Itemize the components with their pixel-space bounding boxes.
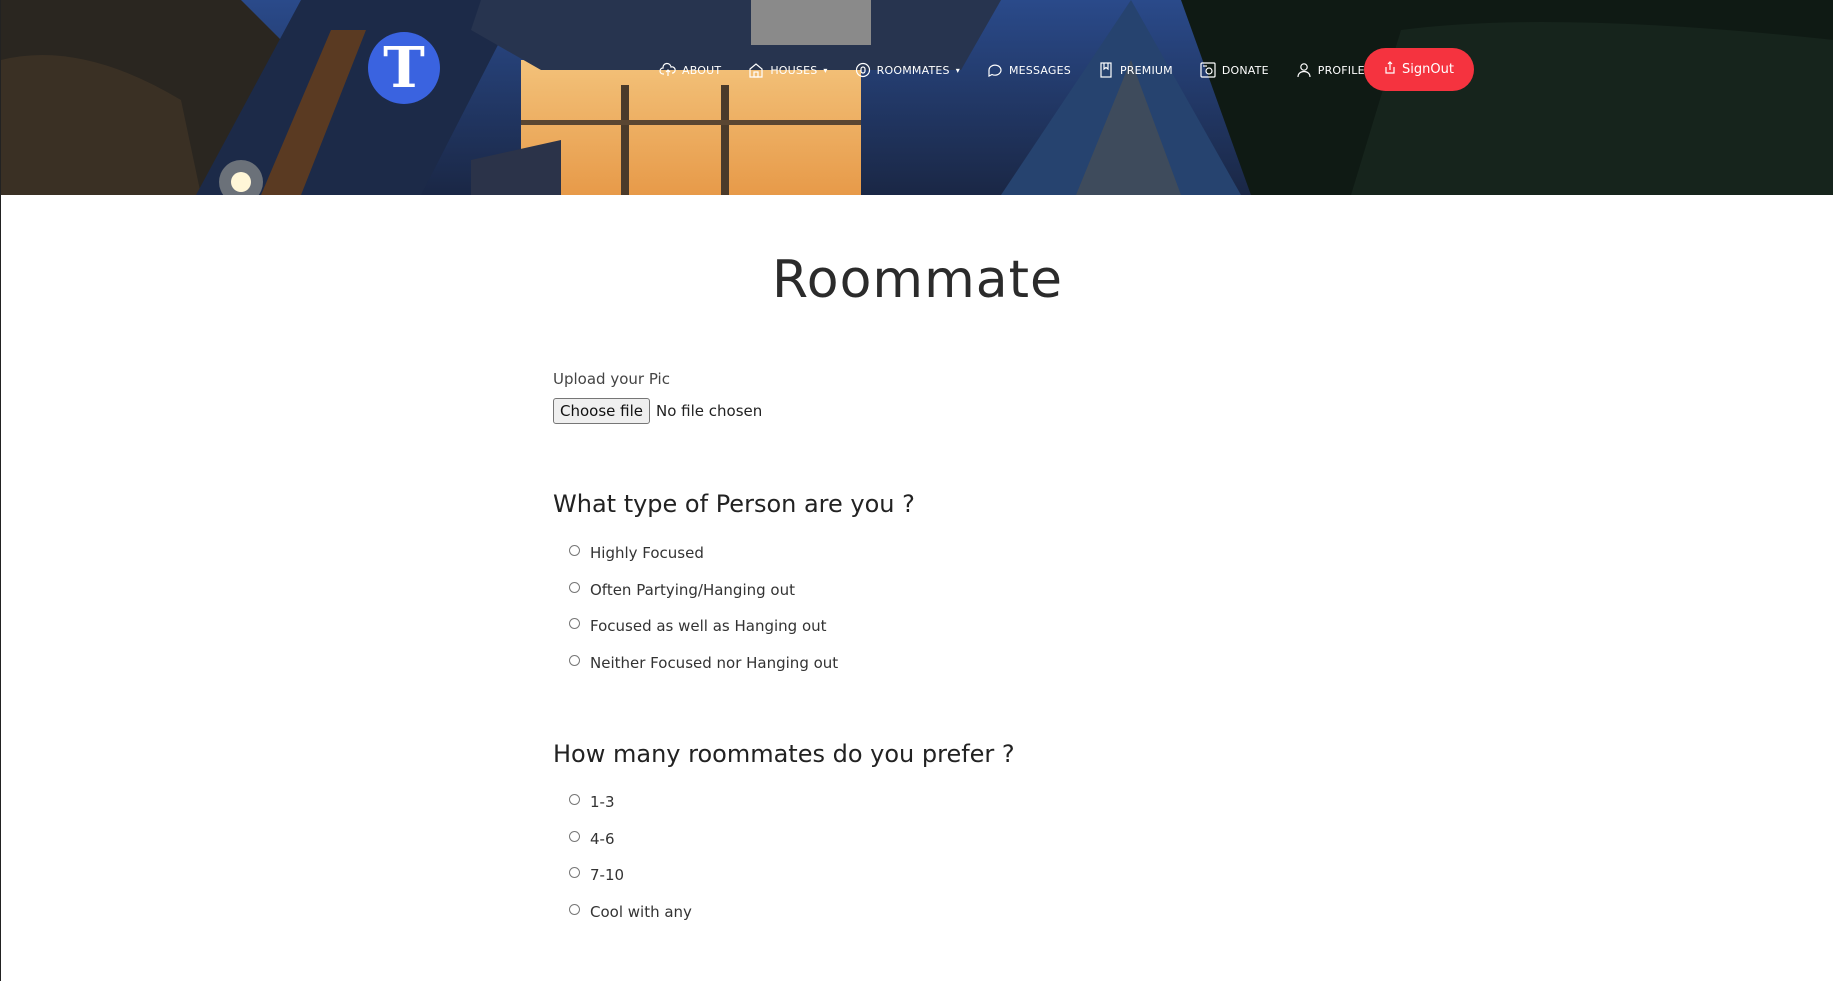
signout-icon (1384, 61, 1396, 78)
house-icon (747, 61, 765, 79)
radio-option[interactable]: Often Partying/Hanging out (569, 572, 838, 609)
nav-houses[interactable]: HOUSES ▾ (747, 61, 827, 79)
donate-icon (1199, 61, 1217, 79)
roommate-form: Upload your Pic Choose file No file chos… (553, 370, 1353, 921)
logo-letter: T (383, 35, 425, 101)
radio-option[interactable]: 7-10 (569, 857, 692, 894)
radio-option[interactable]: Cool with any (569, 894, 692, 931)
page-title: Roommate (772, 250, 1063, 310)
nav-donate-label: DONATE (1221, 63, 1269, 77)
question-roommate-count: How many roommates do you prefer ? (553, 740, 1015, 768)
radio-button[interactable] (569, 618, 580, 630)
radio-option[interactable]: 1-3 (569, 784, 692, 821)
option-label: Often Partying/Hanging out (590, 580, 795, 599)
radio-option[interactable]: 4-6 (569, 821, 692, 858)
nav-roommates[interactable]: ROOMMATES ▾ (854, 61, 960, 79)
option-label: 7-10 (590, 866, 625, 885)
radio-button[interactable] (569, 867, 580, 879)
nav-messages[interactable]: MESSAGES (986, 61, 1071, 79)
nav-premium-label: PREMIUM (1119, 63, 1173, 77)
nav-messages-label: MESSAGES (1008, 63, 1071, 77)
radio-option[interactable]: Focused as well as Hanging out (569, 608, 838, 645)
cloud-upload-icon (659, 61, 677, 79)
signout-label: SignOut (1402, 62, 1454, 77)
file-status: No file chosen (656, 402, 763, 420)
option-label: 4-6 (590, 829, 615, 848)
radio-option[interactable]: Highly Focused (569, 535, 838, 572)
nav-premium[interactable]: PREMIUM (1097, 61, 1173, 79)
nav-profile-label: PROFILE (1317, 63, 1365, 77)
nav-profile[interactable]: PROFILE (1295, 61, 1365, 79)
bookmark-icon (1097, 61, 1115, 79)
upload-label: Upload your Pic (553, 370, 670, 388)
radio-button[interactable] (569, 545, 580, 557)
user-icon (1295, 61, 1313, 79)
nav-about-label: ABOUT (682, 63, 722, 77)
nav-houses-label: HOUSES (770, 63, 818, 77)
radio-button[interactable] (569, 903, 580, 915)
radio-button[interactable] (569, 654, 580, 666)
option-label: Highly Focused (590, 544, 704, 563)
chevron-down-icon: ▾ (955, 65, 960, 75)
site-logo[interactable]: T (368, 32, 440, 104)
option-label: Focused as well as Hanging out (590, 617, 827, 636)
house-background-image (1, 0, 1833, 195)
main-nav: ABOUT HOUSES ▾ ROOMMATES ▾ MESSAGES PREM… (659, 48, 1391, 92)
roommate-count-options: 1-3 4-6 7-10 Cool with any (569, 784, 692, 930)
chat-bubble-icon (986, 61, 1004, 79)
choose-file-button[interactable]: Choose file (553, 398, 650, 424)
radio-button[interactable] (569, 581, 580, 593)
radio-option[interactable]: Neither Focused nor Hanging out (569, 645, 838, 682)
person-type-options: Highly Focused Often Partying/Hanging ou… (569, 535, 838, 681)
question-person-type: What type of Person are you ? (553, 490, 915, 518)
option-label: 1-3 (590, 793, 615, 812)
radio-button[interactable] (569, 830, 580, 842)
file-input[interactable]: Choose file No file chosen (553, 398, 1353, 424)
option-label: Cool with any (590, 902, 692, 921)
nav-donate[interactable]: DONATE (1199, 61, 1269, 79)
radio-button[interactable] (569, 794, 580, 806)
chevron-down-icon: ▾ (823, 65, 828, 75)
signout-button[interactable]: SignOut (1364, 48, 1474, 91)
nav-roommates-label: ROOMMATES (876, 63, 950, 77)
nav-about[interactable]: ABOUT (659, 61, 721, 79)
option-label: Neither Focused nor Hanging out (590, 653, 839, 672)
roommates-icon (854, 61, 872, 79)
hero-header: T ABOUT HOUSES ▾ ROOMMATES ▾ MESSAGES PR… (1, 0, 1833, 195)
